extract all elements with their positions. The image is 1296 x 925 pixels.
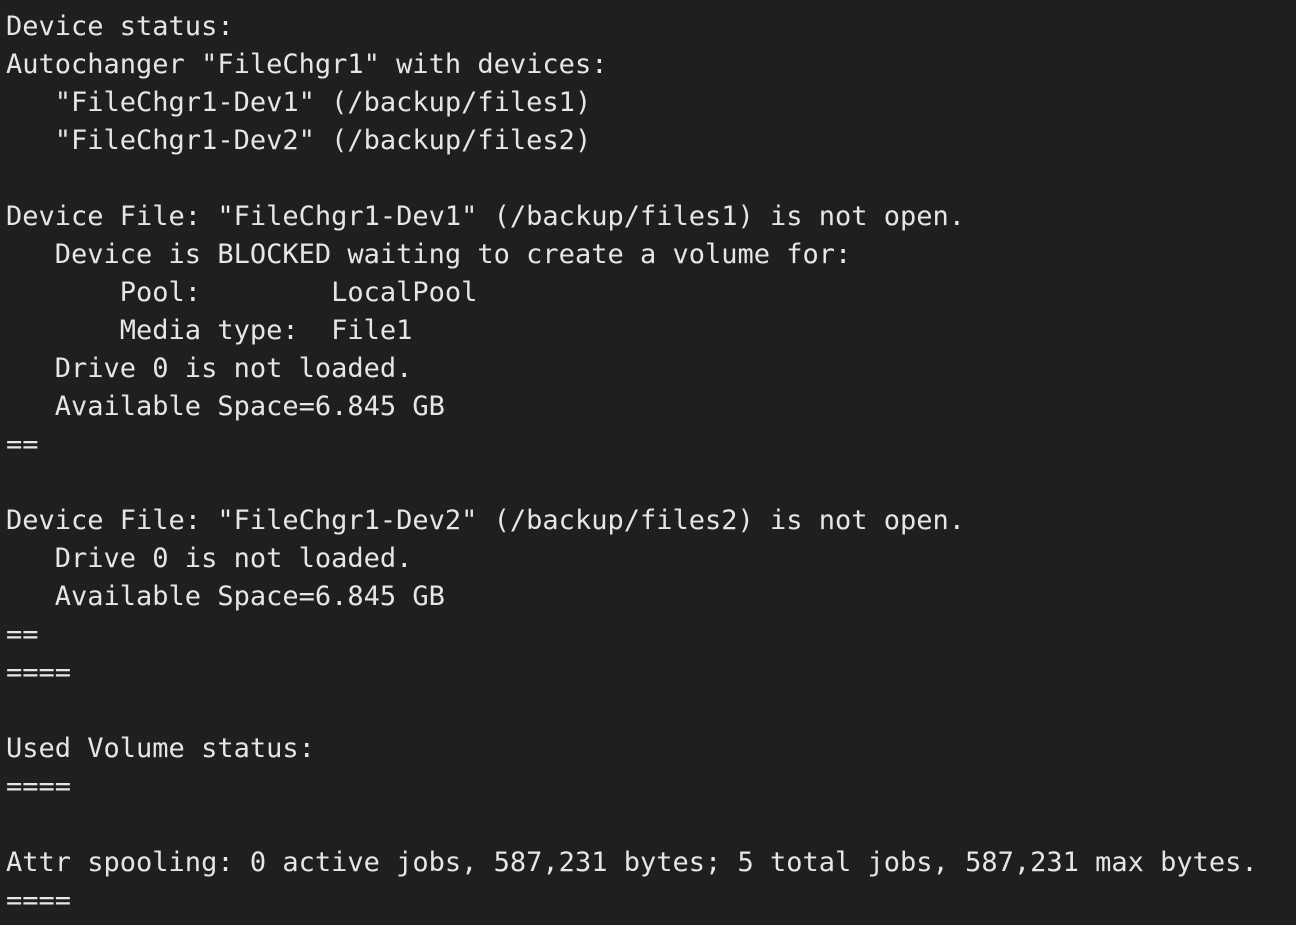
terminal-line: ==== <box>6 771 72 802</box>
terminal-line: Autochanger "FileChgr1" with devices: <box>6 49 608 80</box>
terminal-line: ==== <box>6 657 72 688</box>
terminal-line: Drive 0 is not loaded. <box>6 353 413 384</box>
terminal-line: == <box>6 619 39 650</box>
terminal-line: Used Volume status: <box>6 733 315 764</box>
terminal-line: ==== <box>6 885 72 916</box>
terminal-line: Drive 0 is not loaded. <box>6 543 413 574</box>
terminal-line: Device is BLOCKED waiting to create a vo… <box>6 239 852 270</box>
terminal-line: Device File: "FileChgr1-Dev2" (/backup/f… <box>6 505 966 536</box>
terminal-line: == <box>6 429 39 460</box>
terminal-line: "FileChgr1-Dev2" (/backup/files2) <box>6 125 592 156</box>
terminal-line: Available Space=6.845 GB <box>6 391 445 422</box>
terminal-line: Available Space=6.845 GB <box>6 581 445 612</box>
terminal-line: Device File: "FileChgr1-Dev1" (/backup/f… <box>6 201 966 232</box>
terminal-line: Pool: LocalPool <box>6 277 478 308</box>
terminal-line: Media type: File1 <box>6 315 413 346</box>
terminal-line: "FileChgr1-Dev1" (/backup/files1) <box>6 87 592 118</box>
terminal-output[interactable]: Device status: Autochanger "FileChgr1" w… <box>0 0 1296 925</box>
terminal-line: Device status: <box>6 11 234 42</box>
terminal-line: Attr spooling: 0 active jobs, 587,231 by… <box>6 847 1258 878</box>
